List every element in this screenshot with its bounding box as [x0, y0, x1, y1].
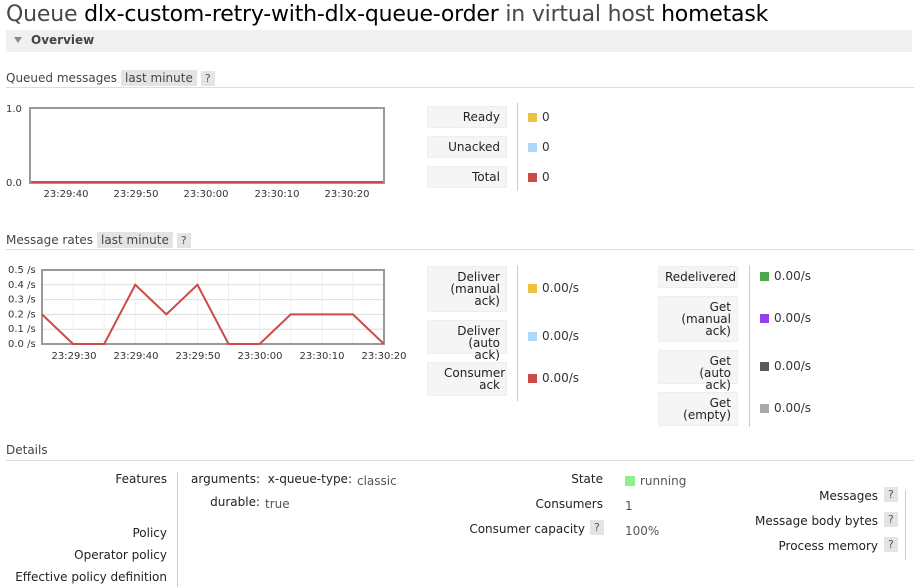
rates-legend-left-1-label: Deliver (auto ack)	[427, 320, 507, 361]
queued-range-toggle[interactable]: last minute	[121, 70, 197, 86]
rates-xtick: 23:29:30	[52, 351, 97, 362]
rates-right-0-value: 0.00/s	[774, 269, 812, 283]
rates-right-3-swatch	[760, 404, 769, 413]
rates-legend-left-2-label: Consumer ack	[427, 362, 507, 396]
details-right-2-label: Process memory	[778, 539, 878, 553]
rates-ytick: 0.2 /s	[8, 309, 36, 320]
queued-unacked-swatch	[528, 143, 537, 152]
rates-left-2-swatch	[528, 374, 537, 383]
details-right-0-label: Messages	[819, 489, 878, 503]
rates-left-0-swatch	[528, 284, 537, 293]
capacity-value: 100%	[625, 524, 660, 538]
details-right-2-help-button[interactable]: ?	[884, 537, 898, 552]
rates-right-2-value: 0.00/s	[774, 359, 812, 373]
queued-unacked-value: 0	[542, 140, 550, 154]
queued-messages-chart: 1.0 0.0 23:29:40 23:29:50 23:30:00 23:30:10 23…	[6, 104, 385, 200]
details-right-1-label: Message body bytes	[755, 514, 878, 528]
feature-queue-type-value: classic	[357, 474, 397, 488]
overview-label: Overview	[31, 33, 95, 47]
queued-total-swatch	[528, 173, 537, 182]
rates-right-1-swatch	[760, 314, 769, 323]
queued-help-button[interactable]: ?	[200, 71, 215, 86]
vhost-name: hometask	[661, 2, 769, 27]
effective-policy-label: Effective policy definition	[15, 570, 167, 584]
operator-policy-label: Operator policy	[74, 548, 167, 562]
overview-section-toggle[interactable]: Overview	[6, 30, 912, 52]
rates-legend-left-0-label: Deliver (manual ack)	[427, 266, 507, 312]
queued-ready-swatch	[528, 113, 537, 122]
features-label: Features	[115, 472, 167, 486]
rates-left-1-value: 0.00/s	[542, 329, 580, 343]
details-right-1-help-button[interactable]: ?	[884, 512, 898, 527]
feature-durable-key: durable:	[210, 495, 260, 509]
details-right-0-help-button[interactable]: ?	[884, 487, 898, 502]
queued-messages-heading: Queued messages last minute?	[6, 70, 215, 86]
rates-legend-right-0-label: Redelivered	[658, 266, 738, 288]
rates-right-0-swatch	[760, 272, 769, 281]
rates-legend-right-1-label: Get (manual ack)	[658, 296, 738, 342]
rates-xtick: 23:29:50	[176, 351, 221, 362]
rates-xtick: 23:29:40	[114, 351, 159, 362]
queued-xtick: 23:30:20	[325, 189, 370, 200]
consumer-capacity-label: Consumer capacity	[469, 522, 585, 536]
rates-xtick: 23:30:20	[362, 351, 407, 362]
rates-ytick: 0.5 /s	[8, 265, 36, 276]
capacity-help-button[interactable]: ?	[590, 520, 604, 535]
rates-ytick: 0.0 /s	[8, 339, 36, 350]
queued-xtick: 23:30:00	[184, 189, 229, 200]
queued-legend-ready-label: Ready	[427, 106, 507, 128]
feature-arguments-key: arguments:	[191, 472, 260, 486]
rates-help-button[interactable]: ?	[176, 233, 191, 248]
collapse-triangle-icon	[14, 37, 22, 43]
queued-xtick: 23:29:50	[114, 189, 159, 200]
queued-ytick: 1.0	[6, 104, 22, 115]
rates-xtick: 23:30:00	[238, 351, 283, 362]
queue-name: dlx-custom-retry-with-dlx-queue-order	[84, 2, 499, 27]
queued-total-value: 0	[542, 170, 550, 184]
message-rates-chart: 0.5 /s 0.4 /s 0.3 /s 0.2 /s 0.1 /s 0.0 /s 23:2…	[8, 265, 407, 362]
rates-range-toggle[interactable]: last minute	[97, 232, 173, 248]
queued-legend-unacked-label: Unacked	[427, 136, 507, 158]
rates-right-3-value: 0.00/s	[774, 401, 812, 415]
state-label: State	[571, 472, 603, 486]
state-value: running	[640, 474, 687, 488]
rates-ytick: 0.1 /s	[8, 324, 36, 335]
queued-ytick: 0.0	[6, 178, 22, 189]
state-indicator	[625, 476, 635, 486]
consumers-label: Consumers	[535, 497, 603, 511]
queued-xtick: 23:29:40	[44, 189, 89, 200]
message-rates-heading: Message rates last minute?	[6, 232, 191, 248]
queued-ready-value: 0	[542, 110, 550, 124]
rates-plot-frame	[41, 269, 385, 345]
queued-xtick: 23:30:10	[255, 189, 300, 200]
consumers-value: 1	[625, 499, 633, 513]
policy-label: Policy	[132, 526, 167, 540]
rates-ytick: 0.3 /s	[8, 295, 36, 306]
feature-queue-type-key: x-queue-type:	[267, 472, 352, 486]
rates-right-1-value: 0.00/s	[774, 311, 812, 325]
rates-xtick: 23:30:10	[300, 351, 345, 362]
page-title: Queue dlx-custom-retry-with-dlx-queue-or…	[6, 2, 769, 27]
rates-left-0-value: 0.00/s	[542, 281, 580, 295]
rates-legend-right-2-label: Get (auto ack)	[658, 350, 738, 391]
queued-legend-total-label: Total	[427, 166, 507, 188]
rates-ytick: 0.4 /s	[8, 280, 36, 291]
rates-left-1-swatch	[528, 332, 537, 341]
rates-right-2-swatch	[760, 362, 769, 371]
feature-durable-value: true	[265, 497, 290, 511]
rates-legend-right-3-label: Get (empty)	[658, 392, 738, 426]
rates-left-2-value: 0.00/s	[542, 371, 580, 385]
details-heading: Details	[6, 443, 48, 457]
